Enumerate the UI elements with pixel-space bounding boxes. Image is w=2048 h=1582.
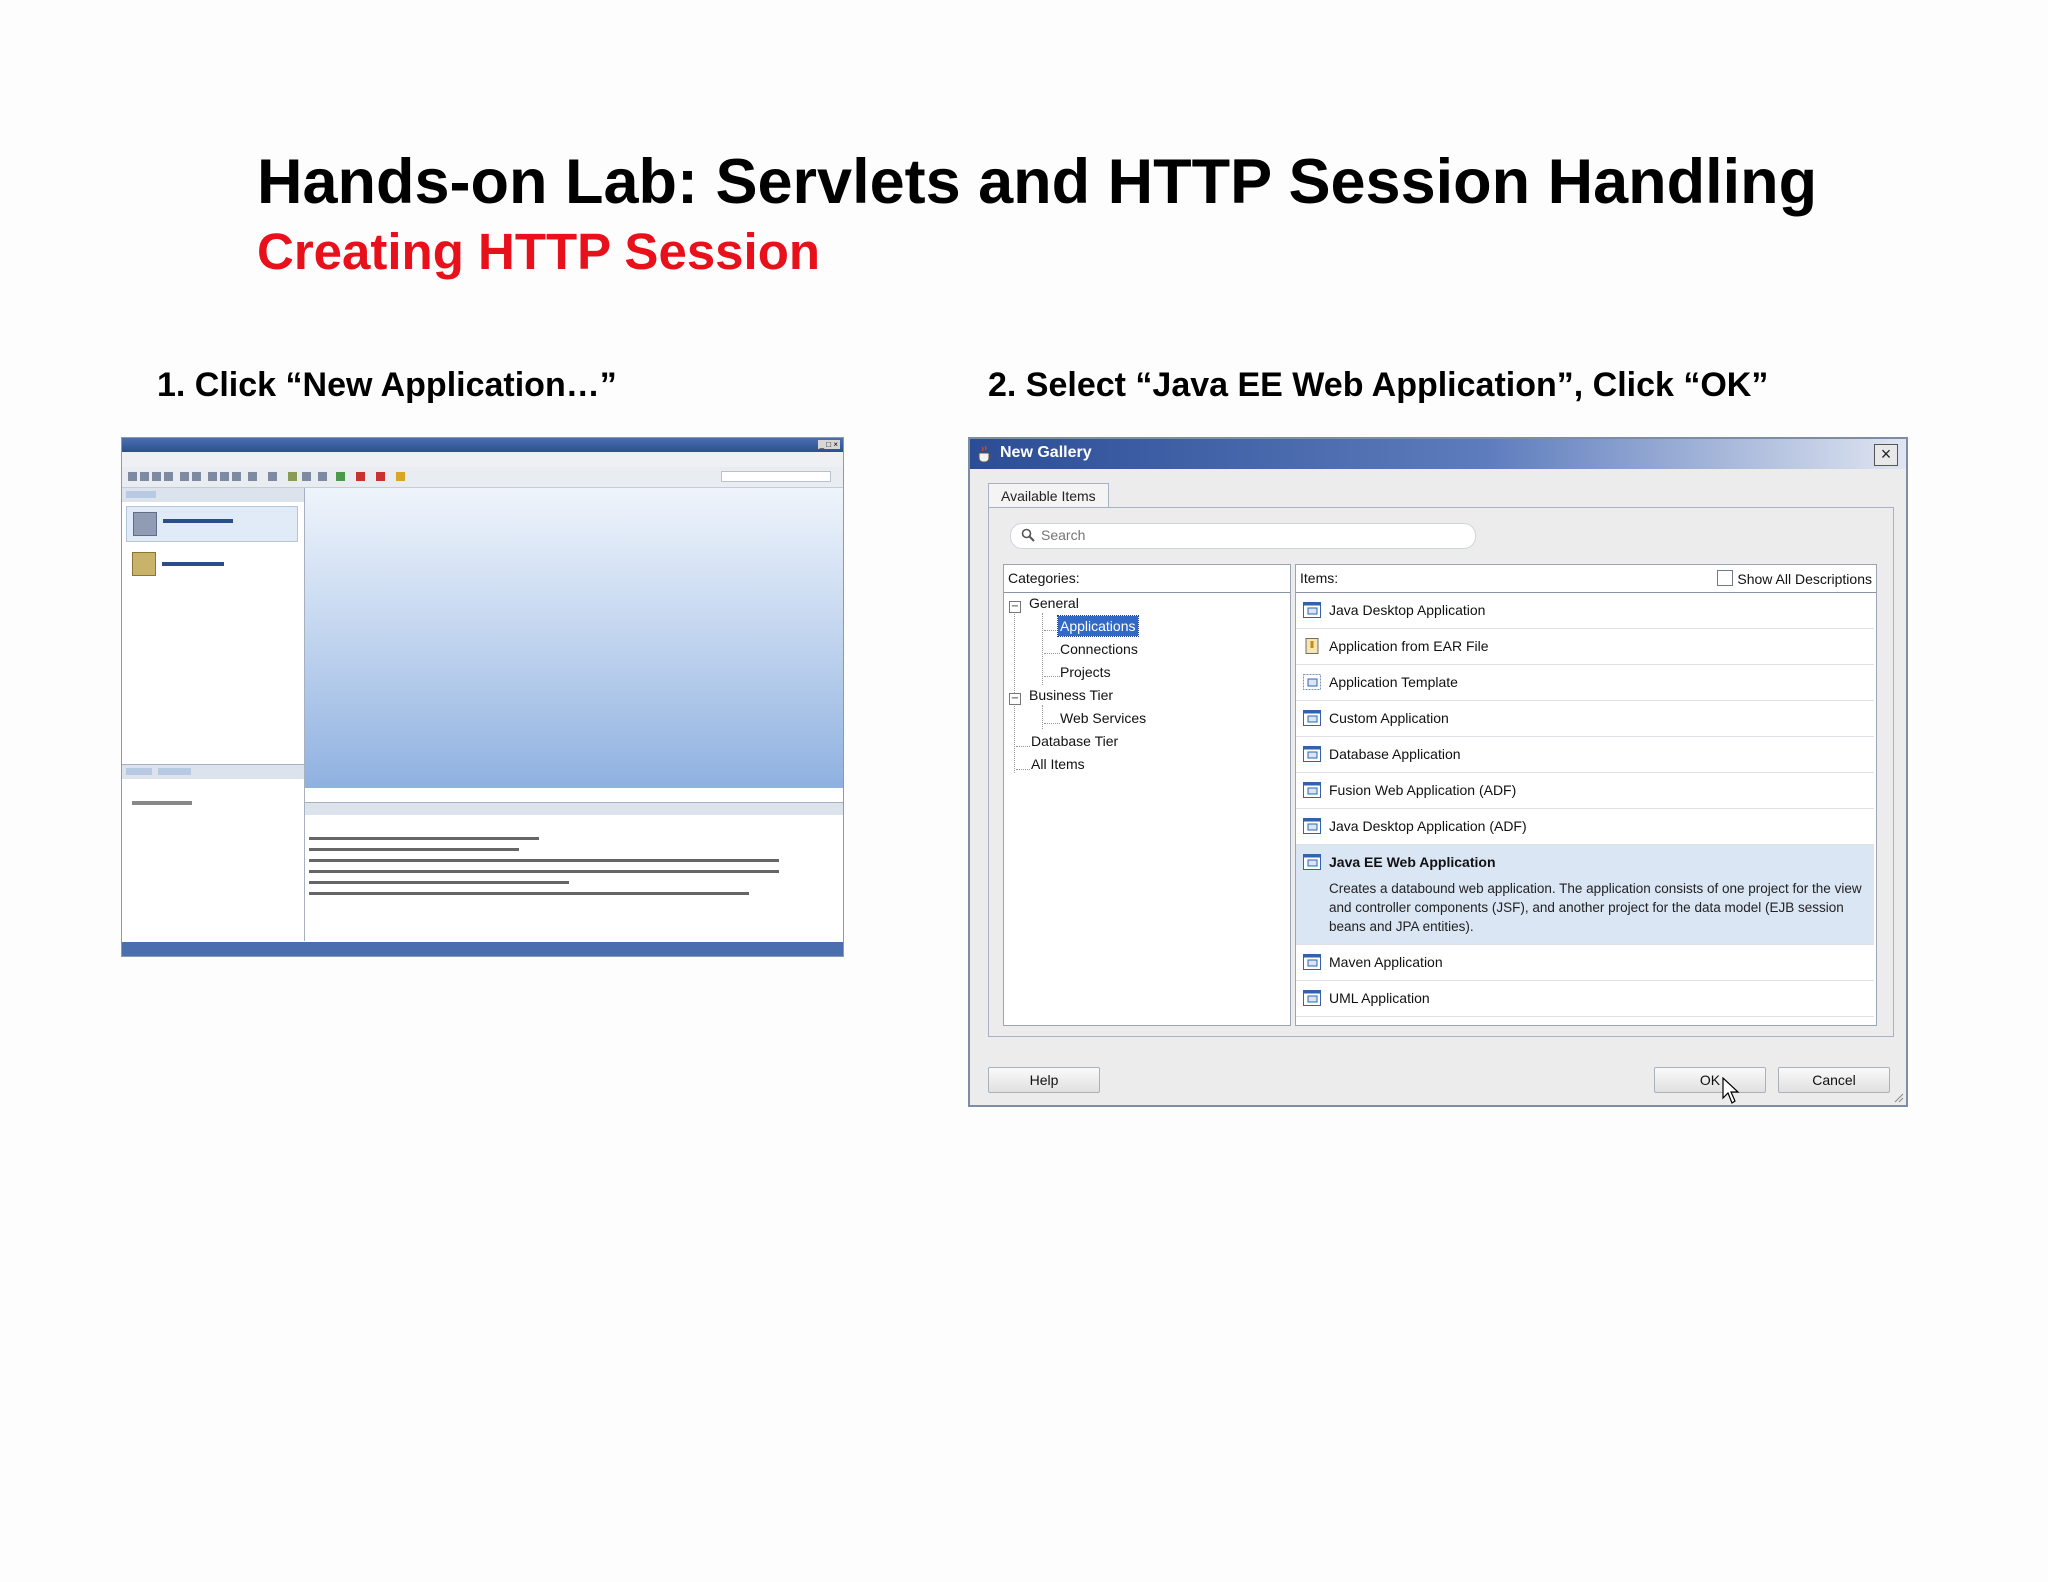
- ide-search-box: [721, 471, 831, 482]
- tree-guide: [1014, 607, 1015, 773]
- gallery-item[interactable]: Custom Application: [1296, 701, 1874, 737]
- collapse-icon[interactable]: −: [1009, 693, 1021, 705]
- show-all-descriptions-checkbox[interactable]: Show All Descriptions: [1717, 570, 1872, 587]
- help-button[interactable]: Help: [988, 1067, 1100, 1093]
- gallery-item-label: Java Desktop Application: [1329, 602, 1486, 618]
- ide-log-window: [305, 802, 843, 941]
- application-icon: [1303, 990, 1321, 1006]
- available-items-panel: Categories: − General Applications Conne…: [988, 507, 1894, 1037]
- category-database-tier[interactable]: Database Tier: [1031, 731, 1118, 751]
- ide-application-servers-pane: [122, 764, 305, 941]
- ide-menubar: [122, 452, 843, 467]
- cancel-button[interactable]: Cancel: [1778, 1067, 1890, 1093]
- application-icon: [1303, 674, 1321, 690]
- dialog-title: New Gallery: [1000, 444, 1092, 461]
- category-connections[interactable]: Connections: [1060, 639, 1138, 659]
- gallery-item-label: Maven Application: [1329, 954, 1443, 970]
- tree-guide: [1042, 613, 1043, 685]
- gallery-item[interactable]: Maven Application: [1296, 945, 1874, 981]
- ok-button[interactable]: OK: [1654, 1067, 1766, 1093]
- gallery-item-label: Java EE Web Application: [1329, 854, 1496, 870]
- ide-open-application-icon: [132, 552, 156, 576]
- category-applications[interactable]: Applications: [1057, 615, 1139, 637]
- categories-header: Categories:: [1004, 565, 1290, 593]
- gallery-item-label: Database Application: [1329, 746, 1461, 762]
- gallery-item[interactable]: Fusion Web Application (ADF): [1296, 773, 1874, 809]
- gallery-item[interactable]: UML Application: [1296, 981, 1874, 1017]
- new-gallery-dialog: New Gallery × Available Items Categories…: [968, 437, 1908, 1107]
- slide-title: Hands-on Lab: Servlets and HTTP Session …: [257, 147, 1818, 217]
- ide-statusbar: [122, 942, 843, 956]
- gallery-item-label: Custom Application: [1329, 710, 1449, 726]
- gallery-item[interactable]: Java EE Web Application Creates a databou…: [1296, 845, 1874, 945]
- gallery-item[interactable]: Database Application: [1296, 737, 1874, 773]
- gallery-item[interactable]: Java Desktop Application: [1296, 593, 1874, 629]
- gallery-item-label: UML Application: [1329, 990, 1430, 1006]
- slide-subtitle: Creating HTTP Session: [257, 223, 821, 280]
- gallery-item[interactable]: Application from EAR File: [1296, 629, 1874, 665]
- application-icon: [1303, 818, 1321, 834]
- ide-window-buttons: _ □ ×: [817, 440, 840, 449]
- ide-editor-area: [305, 488, 843, 788]
- ide-new-application-link[interactable]: [126, 506, 298, 542]
- application-icon: [1303, 954, 1321, 970]
- ide-screenshot: _ □ ×: [121, 437, 844, 957]
- application-icon: [1303, 710, 1321, 726]
- checkbox-icon[interactable]: [1717, 570, 1734, 586]
- ide-toolbar: [122, 467, 843, 488]
- ear-file-icon: [1305, 638, 1319, 654]
- gallery-item[interactable]: Application Template: [1296, 665, 1874, 701]
- gallery-item-label: Application Template: [1329, 674, 1458, 690]
- gallery-item-label: Java Desktop Application (ADF): [1329, 818, 1527, 834]
- dialog-titlebar: New Gallery ×: [970, 439, 1906, 469]
- resize-grip-icon[interactable]: [1892, 1091, 1904, 1103]
- gallery-item[interactable]: Java Desktop Application (ADF): [1296, 809, 1874, 845]
- step-2-caption: 2. Select “Java EE Web Application”, Cli…: [988, 366, 1769, 404]
- search-box[interactable]: [1010, 523, 1476, 549]
- search-icon: [1021, 528, 1035, 542]
- application-icon: [1303, 854, 1321, 870]
- java-cup-icon: [978, 445, 992, 463]
- category-all-items[interactable]: All Items: [1031, 754, 1085, 774]
- application-icon: [1303, 746, 1321, 762]
- categories-panel: Categories: − General Applications Conne…: [1003, 564, 1291, 1026]
- items-panel: Items: Show All Descriptions Java Deskto…: [1295, 564, 1877, 1026]
- category-projects[interactable]: Projects: [1060, 662, 1111, 682]
- gallery-item-label: Fusion Web Application (ADF): [1329, 782, 1517, 798]
- ide-applications-pane: [122, 488, 305, 808]
- tree-guide: [1042, 705, 1043, 729]
- collapse-icon[interactable]: −: [1009, 601, 1021, 613]
- category-web-services[interactable]: Web Services: [1060, 708, 1146, 728]
- gallery-item-description: Creates a databound web application. The…: [1329, 881, 1862, 934]
- ide-open-application-link[interactable]: [162, 562, 224, 566]
- show-all-descriptions-label: Show All Descriptions: [1737, 571, 1872, 587]
- application-icon: [1303, 602, 1321, 618]
- search-input[interactable]: [1041, 526, 1461, 544]
- category-business-tier[interactable]: Business Tier: [1029, 685, 1113, 705]
- application-icon: [1303, 782, 1321, 798]
- category-general[interactable]: General: [1029, 593, 1079, 613]
- close-icon[interactable]: ×: [1874, 444, 1898, 466]
- ide-titlebar: [122, 438, 843, 452]
- step-1-caption: 1. Click “New Application…”: [157, 366, 617, 404]
- gallery-item-label: Application from EAR File: [1329, 638, 1489, 654]
- mouse-cursor-icon: [1722, 1077, 1740, 1104]
- tab-available-items[interactable]: Available Items: [988, 483, 1109, 508]
